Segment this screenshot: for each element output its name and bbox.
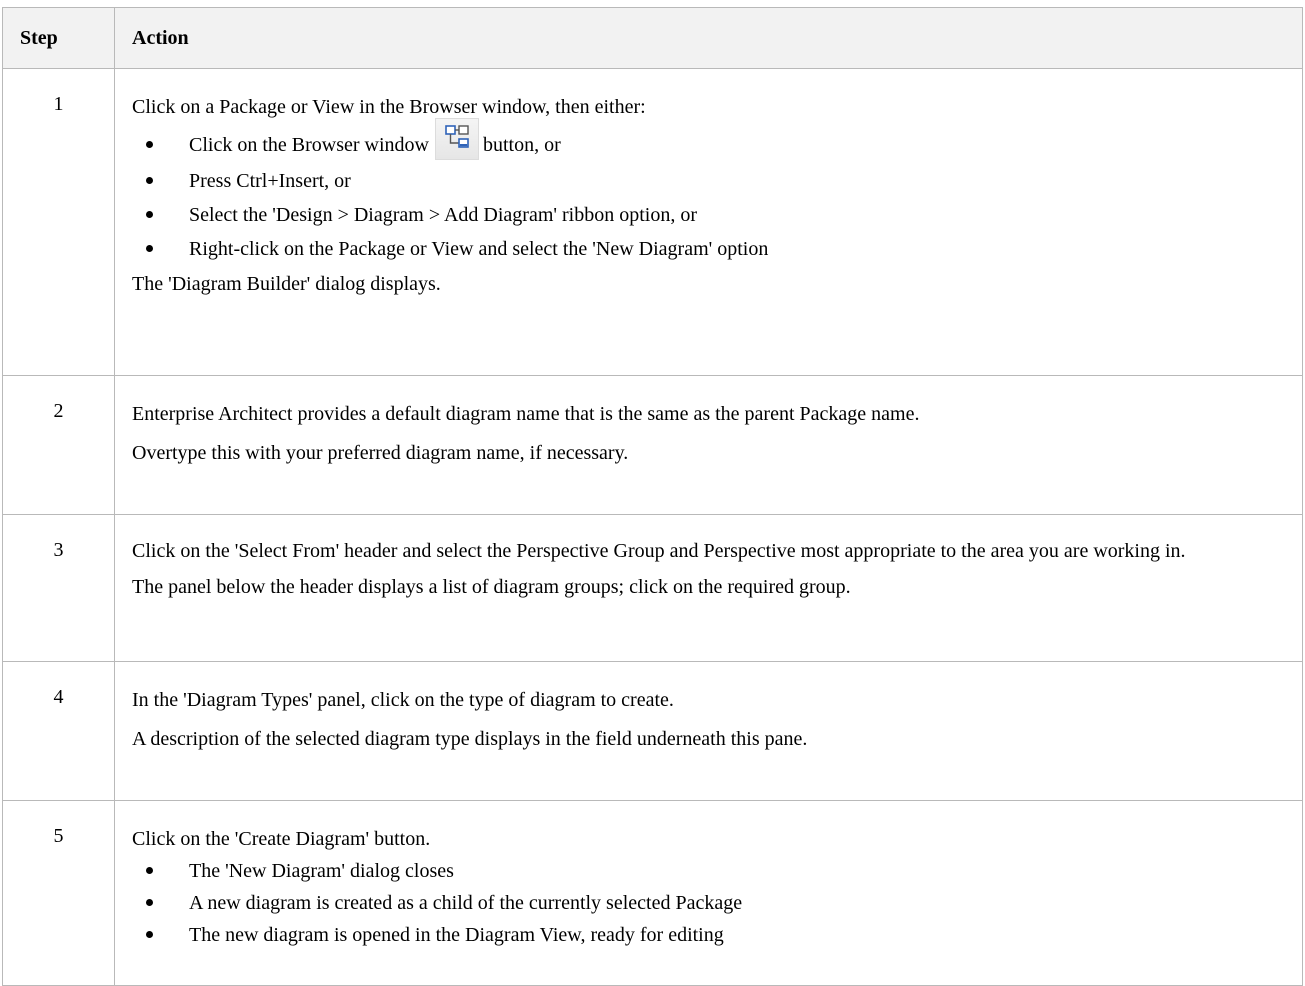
table-row: 5 Click on the 'Create Diagram' button. …: [2, 800, 1303, 986]
table-row: 2 Enterprise Architect provides a defaul…: [2, 375, 1303, 515]
bullet-icon: [146, 141, 153, 148]
action-text: The 'Diagram Builder' dialog displays.: [132, 273, 441, 296]
action-text: Enterprise Architect provides a default …: [132, 403, 920, 425]
list-item: Click on the Browser window button, or: [132, 118, 1290, 161]
table-row: 4 In the 'Diagram Types' panel, click on…: [2, 661, 1303, 801]
bullet-icon: [146, 899, 153, 906]
list-item-text: The 'New Diagram' dialog closes: [189, 860, 454, 882]
action-text: In the 'Diagram Types' panel, click on t…: [132, 689, 674, 711]
new-diagram-icon: [434, 118, 479, 161]
action-cell: Click on the 'Select From' header and se…: [114, 514, 1303, 662]
list-item-text: Click on the Browser window: [189, 134, 429, 156]
list-item-text: A new diagram is created as a child of t…: [189, 892, 743, 914]
list-item-text: button, or: [482, 134, 561, 156]
action-text: Overtype this with your preferred diagra…: [132, 442, 629, 464]
result-list: The 'New Diagram' dialog closes A new di…: [132, 858, 1290, 948]
table-row: 3 Click on the 'Select From' header and …: [2, 514, 1303, 662]
step-number: 3: [2, 514, 115, 662]
action-text: Click on the 'Select From' header and se…: [132, 540, 1186, 562]
list-item-text: The new diagram is opened in the Diagram…: [189, 924, 724, 946]
list-item-text: Press Ctrl+Insert, or: [189, 170, 351, 193]
bullet-icon: [146, 867, 153, 874]
step-number: 5: [2, 800, 115, 986]
procedure-table: Step Action 1 Click on a Package or View…: [2, 7, 1303, 986]
table-header-row: Step Action: [2, 7, 1303, 69]
table-row: 1 Click on a Package or View in the Brow…: [2, 68, 1303, 376]
list-item: The 'New Diagram' dialog closes: [132, 858, 1290, 884]
action-column-header: Action: [114, 7, 1303, 69]
action-text: A description of the selected diagram ty…: [132, 728, 808, 750]
bullet-icon: [146, 177, 153, 185]
bullet-icon: [146, 245, 153, 253]
option-list: Click on the Browser window button, or Pr…: [132, 118, 1290, 262]
action-text: The panel below the header displays a li…: [132, 576, 851, 598]
action-cell: Enterprise Architect provides a default …: [114, 375, 1303, 515]
action-cell: Click on a Package or View in the Browse…: [114, 68, 1303, 376]
step-number: 1: [2, 68, 115, 376]
list-item: Right-click on the Package or View and s…: [132, 236, 1290, 262]
action-text: Click on the 'Create Diagram' button.: [132, 828, 431, 850]
step-number: 2: [2, 375, 115, 515]
list-item: A new diagram is created as a child of t…: [132, 890, 1290, 916]
bullet-icon: [146, 211, 153, 219]
list-item: Select the 'Design > Diagram > Add Diagr…: [132, 202, 1290, 228]
step-number: 4: [2, 661, 115, 801]
list-item-text: Select the 'Design > Diagram > Add Diagr…: [189, 204, 697, 227]
list-item-text: Right-click on the Package or View and s…: [189, 238, 769, 261]
action-text: Click on a Package or View in the Browse…: [132, 96, 646, 118]
step-column-header: Step: [2, 7, 115, 69]
list-item: Press Ctrl+Insert, or: [132, 168, 1290, 194]
action-cell: In the 'Diagram Types' panel, click on t…: [114, 661, 1303, 801]
bullet-icon: [146, 931, 153, 938]
action-cell: Click on the 'Create Diagram' button. Th…: [114, 800, 1303, 986]
